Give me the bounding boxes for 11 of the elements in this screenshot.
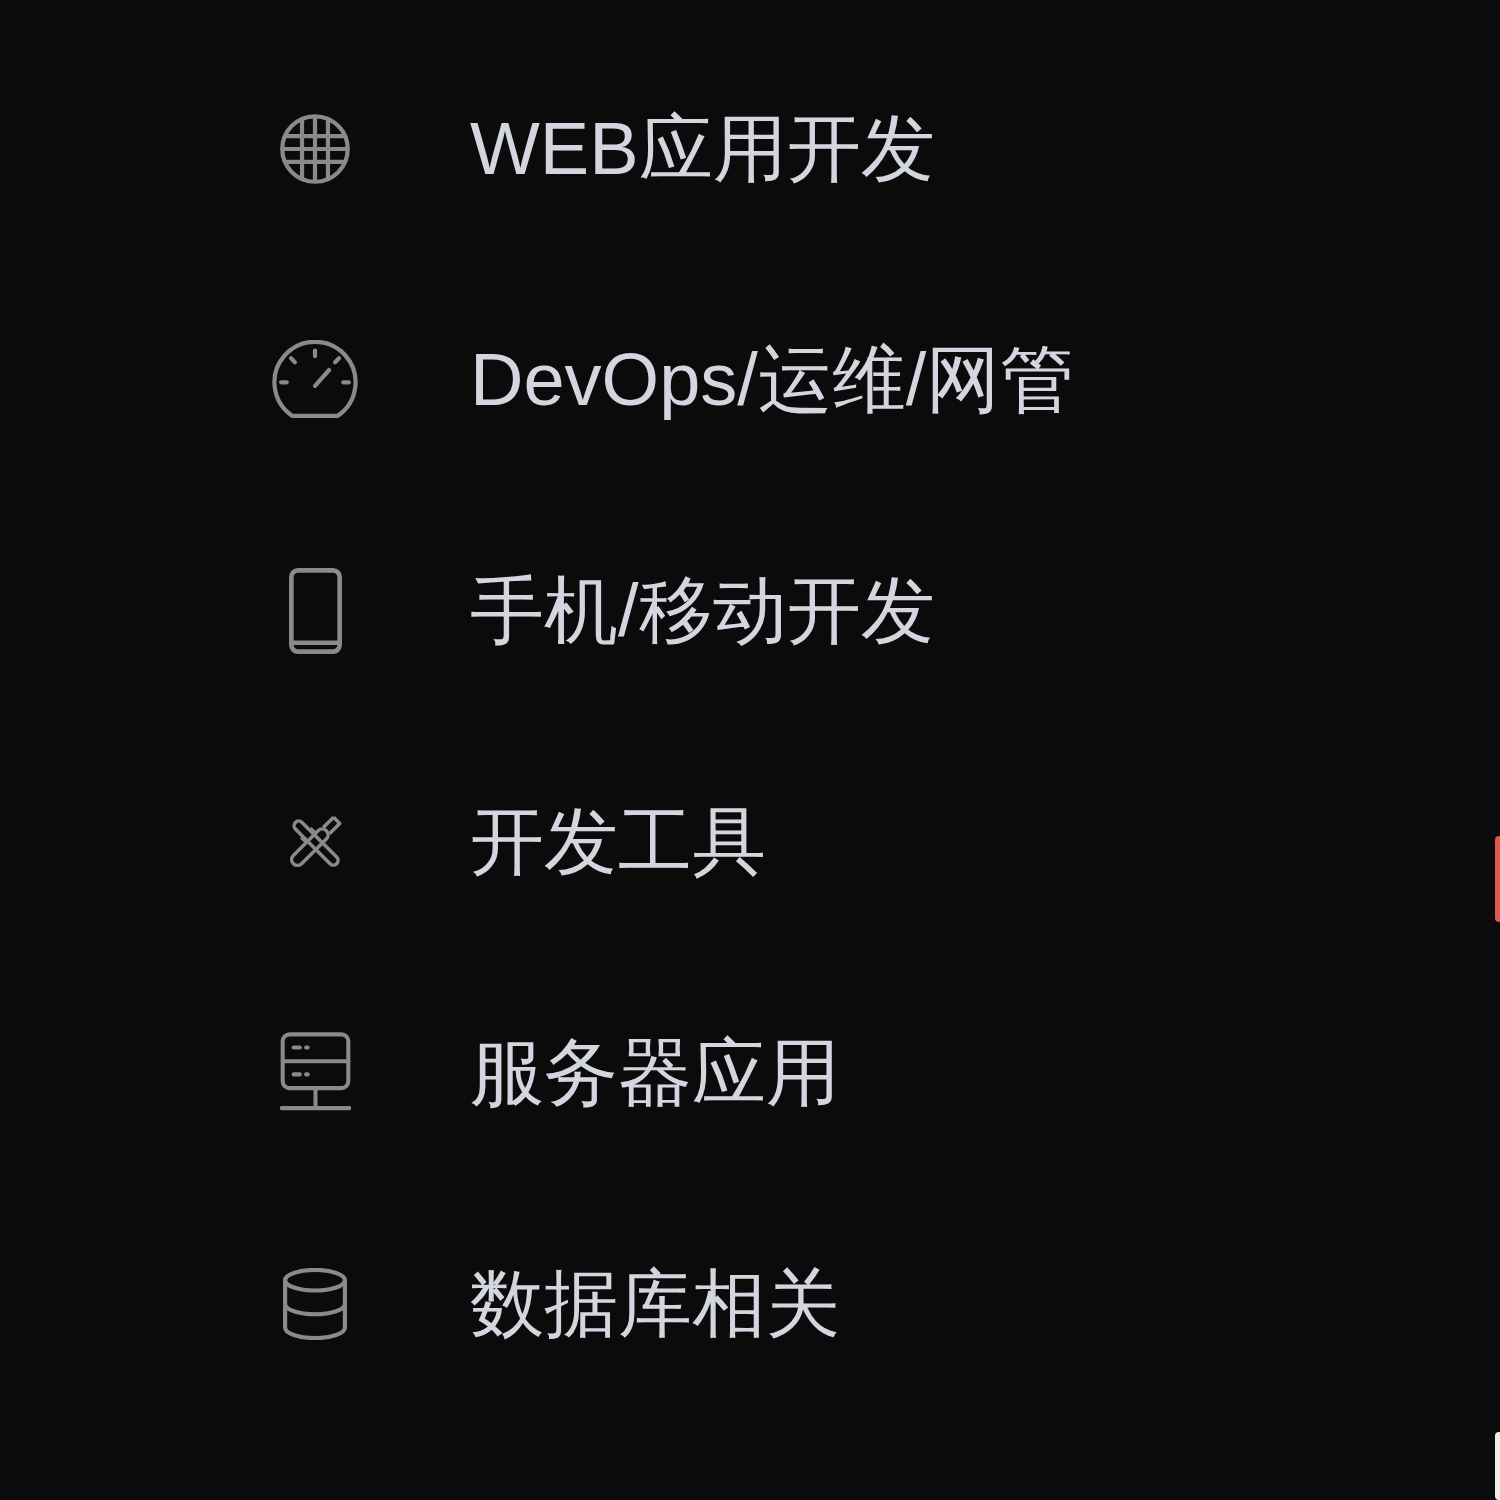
phone-icon [287, 567, 343, 654]
clipped-panel-edge [1495, 1432, 1500, 1500]
globe-icon [280, 113, 350, 184]
menu-item[interactable]: DevOps/运维/网管 [270, 340, 1075, 419]
gauge-icon [271, 340, 359, 419]
menu-item[interactable]: 手机/移动开发 [270, 567, 935, 654]
menu-item[interactable]: WEB应用开发 [270, 111, 935, 186]
database-icon [280, 1267, 350, 1340]
menu-item[interactable]: 数据库相关 [270, 1266, 840, 1341]
menu-item[interactable]: 开发工具 [270, 804, 766, 879]
menu-item[interactable]: 服务器应用 [270, 1031, 840, 1114]
